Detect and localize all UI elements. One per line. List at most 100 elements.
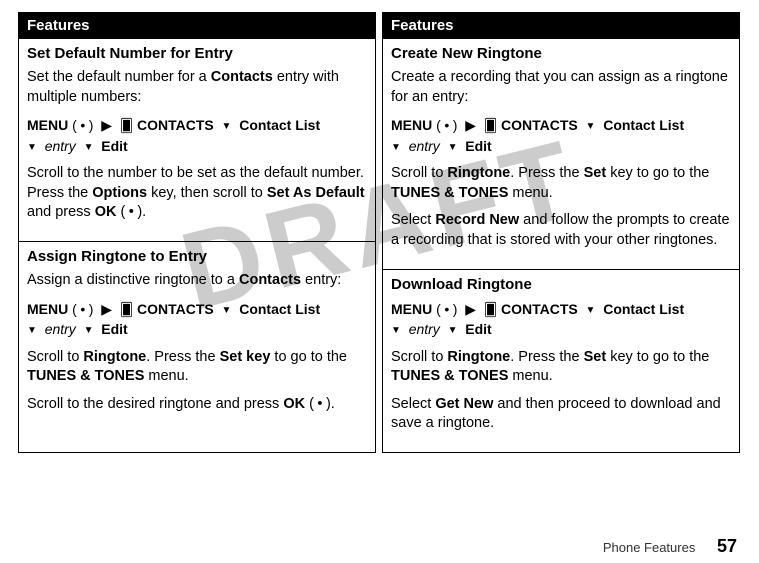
arrow-down-icon: ▼ [222, 304, 232, 319]
text: ( [305, 396, 314, 412]
bold-term: Set key [220, 349, 271, 365]
entry-label: entry [45, 138, 76, 154]
section-body: Select Get New and then proceed to downl… [391, 395, 731, 434]
bold-term: Options [92, 185, 147, 201]
menu-path: MENU (•) ▶ 🂠 CONTACTS ▼ Contact List ▼ e… [27, 299, 367, 340]
center-key-icon: • [441, 299, 453, 319]
contacts-icon: 🂠 [120, 117, 133, 136]
section-title: Set Default Number for Entry [27, 45, 367, 62]
contacts-label: CONTACTS [501, 117, 578, 133]
arrow-down-icon: ▼ [448, 141, 458, 156]
section-assign-ringtone: Assign Ringtone to Entry Assign a distin… [19, 241, 375, 432]
bold-term: Set [584, 165, 607, 181]
bold-term: Contacts [211, 69, 273, 85]
bold-term: TUNES & TONES [27, 368, 144, 384]
text: ). [326, 396, 335, 412]
left-column: Features Set Default Number for Entry Se… [18, 12, 376, 453]
menu-path: MENU (•) ▶ 🂠 CONTACTS ▼ Contact List ▼ e… [391, 299, 731, 340]
menu-path: MENU (•) ▶ 🂠 CONTACTS ▼ Contact List ▼ e… [27, 115, 367, 156]
bold-term: Set As Default [267, 185, 365, 201]
text: menu. [508, 368, 552, 384]
arrow-down-icon: ▼ [27, 324, 37, 339]
text: . Press the [510, 165, 583, 181]
page-content: Features Set Default Number for Entry Se… [0, 0, 759, 465]
section-title: Create New Ringtone [391, 45, 731, 62]
text: Set the default number for a [27, 69, 211, 85]
bold-term: Set [584, 349, 607, 365]
center-key-icon: • [77, 115, 89, 135]
section-body: Scroll to Ringtone. Press the Set key to… [391, 164, 731, 203]
text: and press [27, 204, 95, 220]
arrow-down-icon: ▼ [391, 324, 401, 339]
features-header-left: Features [19, 13, 375, 38]
section-title: Assign Ringtone to Entry [27, 248, 367, 265]
section-set-default-number: Set Default Number for Entry Set the def… [19, 38, 375, 241]
menu-label: MENU [391, 117, 432, 133]
arrow-down-icon: ▼ [27, 141, 37, 156]
section-body: Scroll to the desired ringtone and press… [27, 395, 367, 415]
contact-list-label: Contact List [239, 301, 320, 317]
center-key-icon: • [125, 203, 137, 223]
bold-term: Ringtone [83, 349, 146, 365]
text: Select [391, 396, 435, 412]
section-body: Scroll to Ringtone. Press the Set key to… [391, 348, 731, 387]
section-body: Scroll to Ringtone. Press the Set key to… [27, 348, 367, 387]
contact-list-label: Contact List [603, 117, 684, 133]
entry-label: entry [45, 321, 76, 337]
text: key, then scroll to [147, 185, 267, 201]
text: key to go to the [606, 165, 709, 181]
arrow-down-icon: ▼ [84, 141, 94, 156]
contacts-label: CONTACTS [501, 301, 578, 317]
edit-label: Edit [101, 321, 127, 337]
text: . Press the [510, 349, 583, 365]
text: Assign a distinctive ringtone to a [27, 272, 239, 288]
bold-term: Ringtone [447, 165, 510, 181]
section-intro: Create a recording that you can assign a… [391, 68, 731, 107]
bold-term: OK [283, 396, 305, 412]
section-body: Select Record New and follow the prompts… [391, 211, 731, 250]
section-intro: Assign a distinctive ringtone to a Conta… [27, 271, 367, 291]
bold-term: Ringtone [447, 349, 510, 365]
entry-label: entry [409, 321, 440, 337]
contact-list-label: Contact List [239, 117, 320, 133]
text: Select [391, 212, 435, 228]
bold-term: Get New [435, 396, 493, 412]
page-number: 57 [717, 536, 737, 556]
text: ). [137, 204, 146, 220]
arrow-right-icon: ▶ [101, 115, 112, 135]
bold-term: TUNES & TONES [391, 368, 508, 384]
bold-term: OK [95, 204, 117, 220]
menu-label: MENU [391, 301, 432, 317]
bold-term: TUNES & TONES [391, 185, 508, 201]
menu-path: MENU (•) ▶ 🂠 CONTACTS ▼ Contact List ▼ e… [391, 115, 731, 156]
features-header-right: Features [383, 13, 739, 38]
arrow-right-icon: ▶ [465, 115, 476, 135]
text: entry: [301, 272, 341, 288]
edit-label: Edit [101, 138, 127, 154]
contacts-label: CONTACTS [137, 117, 214, 133]
text: menu. [508, 185, 552, 201]
right-column: Features Create New Ringtone Create a re… [382, 12, 740, 453]
bold-term: Contacts [239, 272, 301, 288]
arrow-down-icon: ▼ [222, 120, 232, 135]
text: Scroll to [391, 349, 447, 365]
text: . Press the [146, 349, 219, 365]
arrow-down-icon: ▼ [448, 324, 458, 339]
arrow-right-icon: ▶ [101, 299, 112, 319]
entry-label: entry [409, 138, 440, 154]
contacts-icon: 🂠 [484, 301, 497, 320]
menu-label: MENU [27, 117, 68, 133]
center-key-icon: • [77, 299, 89, 319]
text: key to go to the [606, 349, 709, 365]
section-create-ringtone: Create New Ringtone Create a recording t… [383, 38, 739, 269]
edit-label: Edit [465, 321, 491, 337]
arrow-down-icon: ▼ [84, 324, 94, 339]
section-title: Download Ringtone [391, 276, 731, 293]
text: ( [116, 204, 125, 220]
arrow-down-icon: ▼ [391, 141, 401, 156]
text: Scroll to the desired ringtone and press [27, 396, 283, 412]
text: Scroll to [391, 165, 447, 181]
edit-label: Edit [465, 138, 491, 154]
page-footer: Phone Features 57 [603, 536, 737, 557]
arrow-down-icon: ▼ [586, 120, 596, 135]
